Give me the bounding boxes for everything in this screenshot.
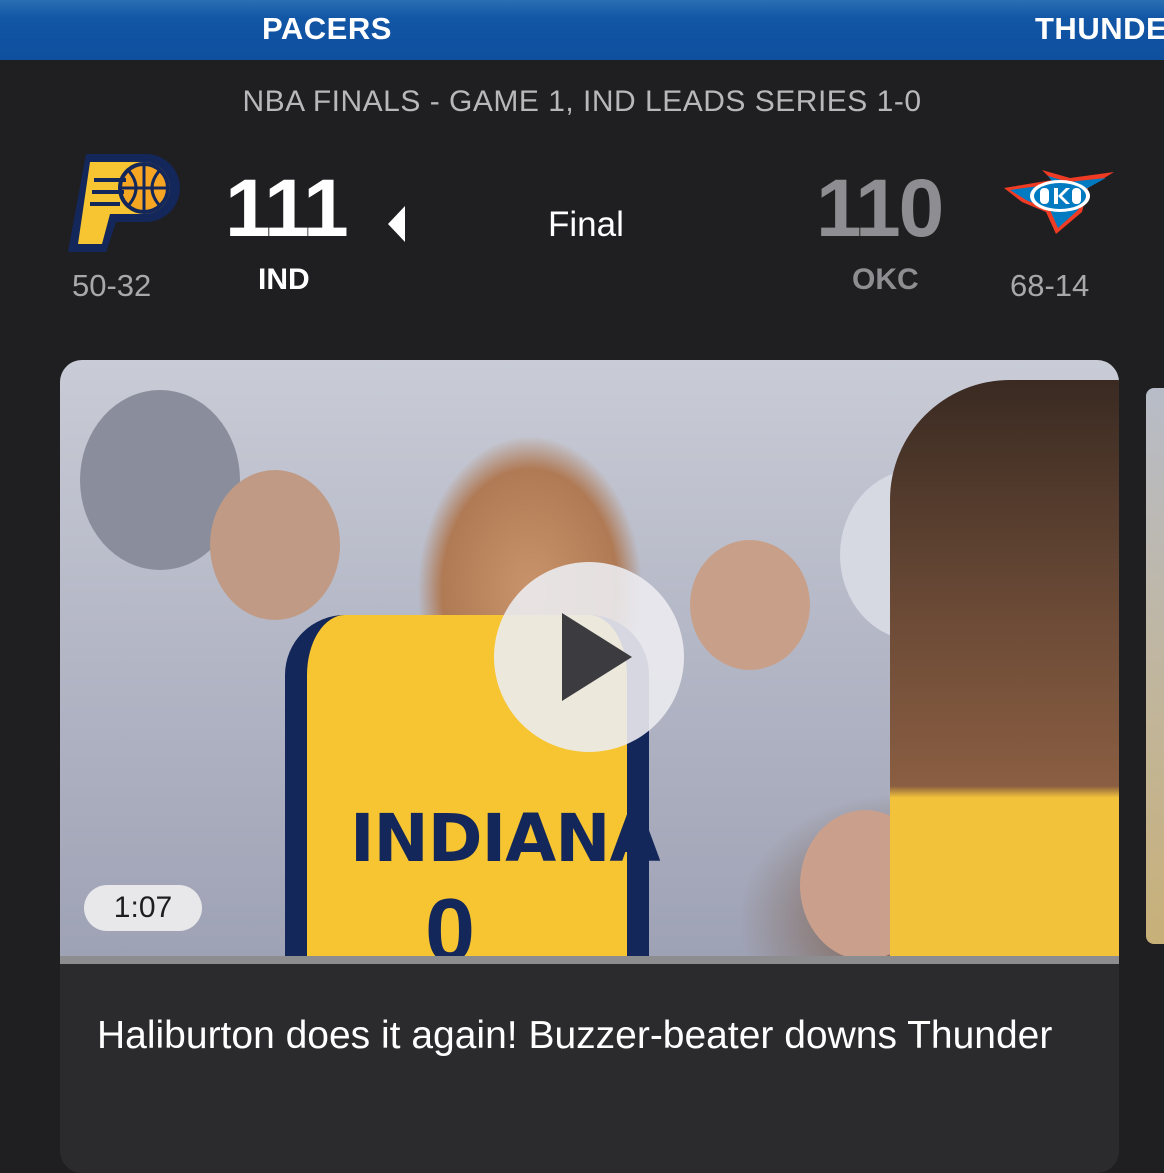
series-status-text: NBA FINALS - GAME 1, IND LEADS SERIES 1-… [242, 85, 922, 118]
play-button[interactable] [494, 562, 684, 752]
crowd-figure [690, 540, 810, 670]
away-score: 110 [816, 163, 944, 254]
video-highlight-card[interactable]: INDIANA 0 1:07 Haliburton does it again!… [60, 360, 1119, 1173]
team-tab-bar: PACERS THUNDER [0, 0, 1164, 60]
jersey-text: INDIANA [350, 800, 661, 877]
video-thumbnail[interactable]: INDIANA 0 1:07 [60, 360, 1119, 981]
home-score: 111 [225, 163, 349, 254]
away-team-abbr: OKC [852, 263, 919, 296]
winner-indicator-icon [388, 206, 405, 242]
tab-thunder[interactable]: THUNDER [662, 0, 1164, 60]
away-team-record: 68-14 [1010, 268, 1090, 303]
play-icon [562, 613, 632, 701]
home-team-abbr: IND [258, 263, 310, 296]
thunder-logo-icon[interactable] [1002, 168, 1116, 238]
tab-pacers[interactable]: PACERS [0, 0, 662, 60]
video-headline[interactable]: Haliburton does it again! Buzzer-beater … [97, 1008, 1087, 1064]
teammate-figure [890, 380, 1119, 960]
video-progress-bar [60, 956, 1119, 964]
game-status: Final [548, 205, 624, 244]
crowd-figure [210, 470, 340, 620]
next-card-peek[interactable] [1146, 388, 1164, 944]
pacers-logo-icon[interactable] [66, 150, 182, 254]
home-team-record: 50-32 [72, 268, 152, 303]
video-duration-badge: 1:07 [84, 885, 202, 931]
jersey-number: 0 [425, 881, 476, 981]
